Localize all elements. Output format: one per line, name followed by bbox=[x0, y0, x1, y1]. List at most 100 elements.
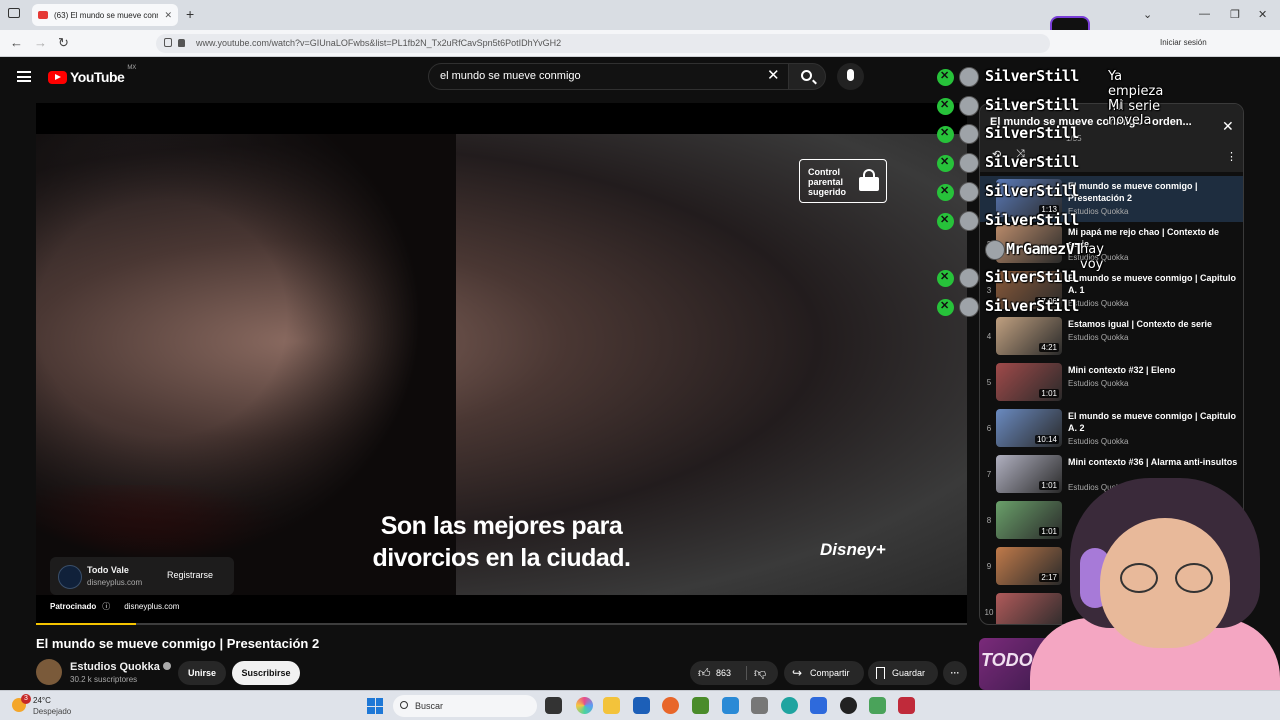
minecraft-icon[interactable] bbox=[692, 697, 709, 714]
ad-domain: disneyplus.com bbox=[87, 578, 143, 587]
chat-avatar bbox=[959, 211, 979, 231]
playlist-item-thumbnail[interactable]: 10:14 bbox=[996, 409, 1062, 447]
edge-icon[interactable] bbox=[781, 697, 798, 714]
save-label: Guardar bbox=[892, 668, 926, 678]
like-count[interactable]: 863 bbox=[716, 661, 731, 685]
sponsored-label: Patrocinado bbox=[50, 602, 97, 611]
reload-button[interactable]: ↻ bbox=[58, 35, 69, 51]
firefox-icon[interactable] bbox=[662, 697, 679, 714]
chat-username: SilverStill bbox=[985, 268, 1079, 286]
search-icon bbox=[400, 701, 408, 709]
playlist-item-index: 5 bbox=[986, 378, 992, 387]
chat-badge-icon bbox=[937, 213, 954, 230]
copilot-icon[interactable] bbox=[576, 697, 593, 714]
app-icon[interactable] bbox=[898, 697, 915, 714]
playlist-item-title[interactable]: El mundo se mueve conmigo | Capitulo A. … bbox=[1068, 272, 1240, 296]
app-icon[interactable] bbox=[869, 697, 886, 714]
playlist-item-thumbnail[interactable]: 4:21 bbox=[996, 317, 1062, 355]
browser-tab-strip: (63) El mundo se mueve conmi ✕ + ⌄ — ❐ ✕ bbox=[0, 0, 1280, 44]
youtube-logo[interactable]: YouTube MX bbox=[48, 65, 136, 85]
sponsored-domain[interactable]: disneyplus.com bbox=[124, 602, 179, 611]
share-button[interactable]: ↪ Compartir bbox=[784, 661, 864, 685]
windows-taskbar: 3 24°C Despejado Buscar bbox=[0, 690, 1280, 720]
playlist-item-title[interactable]: Mini contexto #36 | Alarma anti-insultos bbox=[1068, 456, 1240, 468]
taskbar-search-label: Buscar bbox=[415, 701, 444, 711]
playlist-menu-icon[interactable]: ⋮ bbox=[1226, 150, 1237, 163]
obs-icon[interactable] bbox=[840, 697, 857, 714]
playlist-item-title[interactable]: Mini contexto #32 | Eleno bbox=[1068, 364, 1240, 376]
playlist-item-thumbnail[interactable]: 1:01 bbox=[996, 363, 1062, 401]
start-icon[interactable] bbox=[367, 698, 383, 714]
country-code: MX bbox=[127, 65, 137, 71]
app-icon[interactable] bbox=[810, 697, 827, 714]
channel-avatar[interactable] bbox=[36, 659, 62, 685]
chat-username: SilverStill bbox=[985, 211, 1079, 229]
notification-badge: 3 bbox=[21, 694, 31, 704]
tab-list-icon[interactable] bbox=[8, 8, 20, 18]
menu-icon[interactable] bbox=[17, 71, 31, 82]
chat-username: SilverStill bbox=[985, 297, 1079, 315]
playlist-item-index: 8 bbox=[986, 516, 992, 525]
playlist-item[interactable]: 4 4:21 Estamos igual | Contexto de serie Es… bbox=[980, 314, 1243, 360]
store-icon[interactable] bbox=[633, 697, 650, 714]
app-icon[interactable] bbox=[751, 697, 768, 714]
register-button[interactable]: Registrarse bbox=[167, 570, 213, 580]
sign-in-button[interactable]: Iniciar sesión bbox=[1160, 38, 1207, 47]
save-button[interactable]: Guardar bbox=[868, 661, 938, 685]
progress-bar[interactable] bbox=[36, 623, 967, 625]
share-label: Compartir bbox=[810, 668, 850, 678]
subtitle-line-1: Son las mejores para bbox=[380, 512, 623, 540]
restore-icon[interactable]: ❐ bbox=[1230, 8, 1240, 21]
close-tab-icon[interactable]: ✕ bbox=[164, 10, 172, 21]
address-bar[interactable]: www.youtube.com/watch?v=GIUnaLOFwbs&list… bbox=[156, 34, 1050, 53]
subscribe-button[interactable]: Suscribirse bbox=[232, 661, 300, 685]
chevron-down-icon[interactable]: ⌄ bbox=[1143, 8, 1152, 21]
join-button[interactable]: Unirse bbox=[178, 661, 226, 685]
ad-card[interactable]: Todo Vale disneyplus.com Registrarse bbox=[50, 557, 234, 595]
chat-username: SilverStill bbox=[985, 153, 1079, 171]
bookmark-icon bbox=[876, 667, 885, 679]
playlist-item-index: 4 bbox=[986, 332, 992, 341]
parental-control-badge: Control parental sugerido bbox=[799, 159, 887, 203]
playlist-item[interactable]: 5 1:01 Mini contexto #32 | Eleno Estudios Q… bbox=[980, 360, 1243, 406]
close-window-icon[interactable]: ✕ bbox=[1258, 8, 1267, 21]
playlist-item-index: 7 bbox=[986, 470, 992, 479]
temperature: 24°C bbox=[33, 696, 51, 705]
chat-username: SilverStill bbox=[985, 67, 1079, 85]
youtube-header: YouTube MX el mundo se mueve conmigo ✕ bbox=[0, 57, 1280, 97]
playlist-item-title[interactable]: El mundo se mueve conmigo | Presentación… bbox=[1068, 180, 1240, 204]
forward-button[interactable]: → bbox=[34, 35, 47, 50]
close-playlist-icon[interactable]: ✕ bbox=[1222, 118, 1234, 135]
chat-badge-icon bbox=[937, 270, 954, 287]
url-text: www.youtube.com/watch?v=GIUnaLOFwbs&list… bbox=[196, 38, 562, 48]
new-tab-button[interactable]: + bbox=[186, 6, 194, 22]
voice-search-icon[interactable] bbox=[837, 63, 864, 90]
back-button[interactable]: ← bbox=[10, 35, 23, 50]
taskbar-search[interactable]: Buscar bbox=[393, 695, 537, 717]
playlist-item-title[interactable]: Estamos igual | Contexto de serie bbox=[1068, 318, 1240, 330]
file-explorer-icon[interactable] bbox=[603, 697, 620, 714]
channel-name[interactable]: Estudios Quokka bbox=[70, 661, 171, 673]
task-view-icon[interactable] bbox=[545, 697, 562, 714]
search-button[interactable] bbox=[788, 63, 826, 90]
video-player[interactable]: Control parental sugerido Son las mejore… bbox=[36, 103, 967, 625]
logo-text: YouTube bbox=[70, 69, 125, 85]
minimize-icon[interactable]: — bbox=[1199, 8, 1210, 20]
info-icon[interactable]: ⓘ bbox=[102, 601, 110, 612]
like-icon[interactable]: 👍︎ bbox=[698, 661, 711, 685]
app-icon[interactable] bbox=[722, 697, 739, 714]
padlock-icon bbox=[859, 169, 879, 191]
parental-label: Control parental sugerido bbox=[808, 167, 847, 197]
chat-avatar bbox=[959, 182, 979, 202]
playlist-item[interactable]: 6 10:14 El mundo se mueve conmigo | Capitu… bbox=[980, 406, 1243, 452]
advertiser-logo bbox=[58, 565, 82, 589]
search-input[interactable]: el mundo se mueve conmigo bbox=[428, 63, 790, 90]
more-actions-icon[interactable]: ··· bbox=[943, 661, 967, 685]
site-info-icon[interactable] bbox=[164, 38, 172, 47]
playlist-item-title[interactable]: El mundo se mueve conmigo | Capitulo A. … bbox=[1068, 410, 1240, 434]
clear-search-icon[interactable]: ✕ bbox=[767, 66, 780, 84]
chat-avatar bbox=[985, 240, 1005, 260]
subscriber-count: 30.2 k suscriptores bbox=[70, 675, 138, 684]
browser-tab[interactable]: (63) El mundo se mueve conmi ✕ bbox=[32, 4, 178, 26]
dislike-icon[interactable]: 👎︎ bbox=[754, 661, 766, 685]
